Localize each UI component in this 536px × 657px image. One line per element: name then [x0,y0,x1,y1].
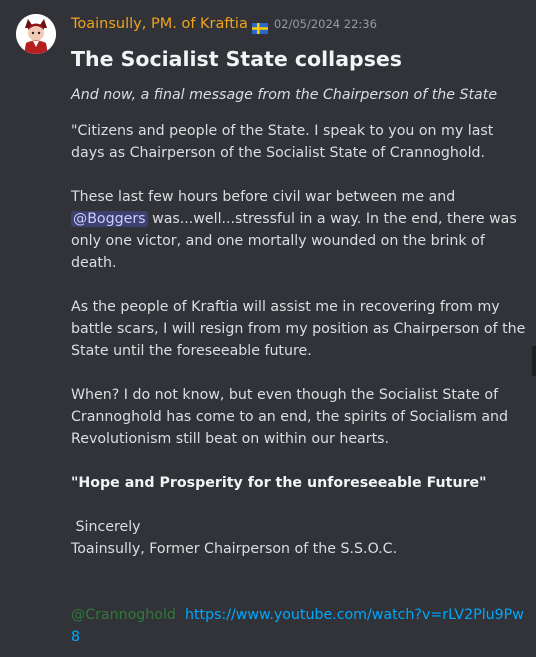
message-timestamp: 02/05/2024 22:36 [273,17,377,31]
motto-text: "Hope and Prosperity for the unforeseeab… [71,475,487,491]
message-title: The Socialist State collapses [71,47,403,71]
message-content: The Socialist State collapses And now, a… [71,44,526,648]
paragraph-spirits: When? I do not know, but even though the… [71,387,509,447]
paragraph-text: These last few hours before civil war be… [71,189,456,205]
scrollbar-thumb[interactable] [532,346,536,376]
signature-text: Toainsully, Former Chairperson of the S.… [71,541,398,557]
paragraph-civil-war: These last few hours before civil war be… [71,186,526,274]
chat-message: Toainsully, PM. of Kraftia 02/05/2024 22… [0,0,536,657]
user-mention[interactable]: @Boggers [71,211,148,227]
user-avatar[interactable] [16,14,56,54]
author-username[interactable]: Toainsully, PM. of Kraftia [71,16,248,32]
role-mention[interactable]: @Crannoghold [71,607,176,623]
sweden-flag-icon [251,19,268,34]
signoff-text: Sincerely [71,519,141,535]
message-header: Toainsully, PM. of Kraftia 02/05/2024 22… [71,14,377,34]
message-subtitle: And now, a final message from the Chairp… [71,87,498,103]
footer-line: @Crannoghold https://www.youtube.com/wat… [71,604,526,648]
paragraph-opening: "Citizens and people of the State. I spe… [71,123,494,161]
paragraph-resignation: As the people of Kraftia will assist me … [71,299,526,359]
